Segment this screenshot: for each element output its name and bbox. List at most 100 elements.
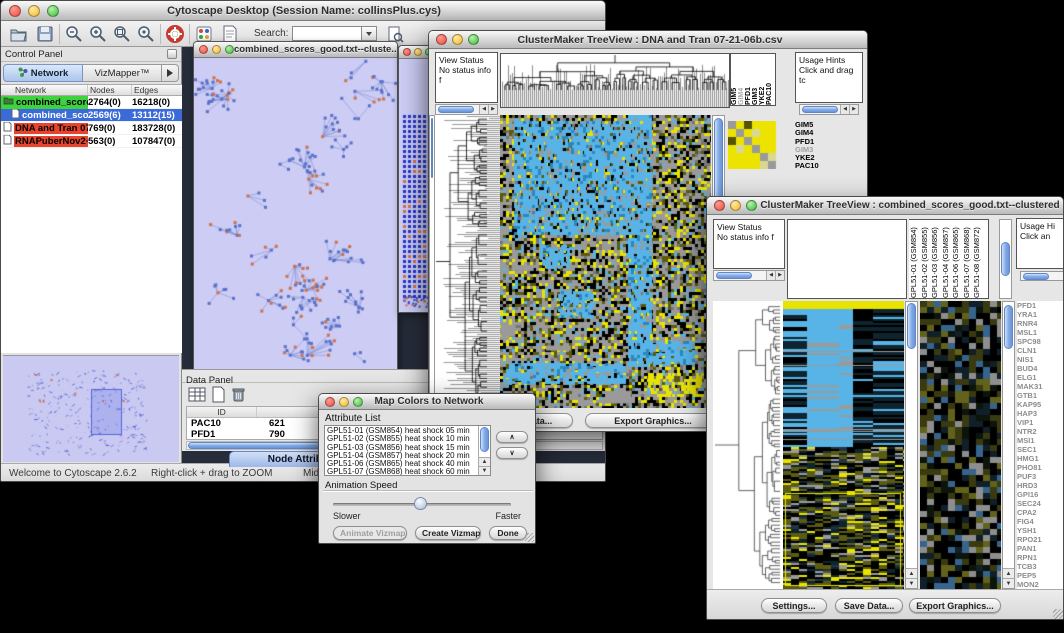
tv1-status-scrollbar[interactable]: ◀ ▶ xyxy=(435,104,498,115)
gene-label[interactable]: MAK31 xyxy=(1017,382,1063,391)
gene-label[interactable]: BUD4 xyxy=(1017,364,1063,373)
minimize-button[interactable] xyxy=(730,200,741,211)
scroll-left-icon[interactable]: ◀ xyxy=(840,105,849,114)
network-canvas[interactable] xyxy=(194,58,397,373)
column-label[interactable]: GPL51-07 (GSM868) xyxy=(962,220,973,298)
attribute-table-icon[interactable] xyxy=(188,386,206,408)
column-label[interactable]: GPL51-04 (GSM857) xyxy=(941,220,952,298)
zoom-fit-icon[interactable] xyxy=(112,24,132,44)
gene-label[interactable]: CPA2 xyxy=(1017,508,1063,517)
network-window-titlebar[interactable]: combined_scores_good.txt--cluste... xyxy=(194,42,397,58)
gene-label[interactable]: PEP5 xyxy=(1017,571,1063,580)
tv2-header-vscrollbar[interactable] xyxy=(999,219,1012,299)
zoom-button[interactable] xyxy=(225,45,234,54)
gene-label[interactable]: PHO81 xyxy=(1017,463,1063,472)
column-label[interactable]: YKE2 xyxy=(759,54,766,105)
scroll-up-icon[interactable]: ▲ xyxy=(1003,568,1014,578)
column-label[interactable]: GPL51-02 (GSM855) xyxy=(920,220,931,298)
done-button[interactable]: Done xyxy=(489,526,527,540)
network-row[interactable]: RNAPuberNov2+ 563(0) 107847(0) xyxy=(1,135,182,148)
tab-overflow-arrow[interactable] xyxy=(162,64,179,82)
close-button[interactable] xyxy=(436,34,447,45)
zoom-button[interactable] xyxy=(746,200,757,211)
resize-grip[interactable] xyxy=(525,533,534,542)
gene-label[interactable]: RNR4 xyxy=(1017,319,1063,328)
gene-label[interactable]: PFD1 xyxy=(1017,301,1063,310)
column-label[interactable]: GIM4 xyxy=(738,54,745,105)
resize-grip[interactable] xyxy=(1053,609,1064,620)
gene-label[interactable]: RPN1 xyxy=(1017,553,1063,562)
close-button[interactable] xyxy=(9,5,21,17)
column-label[interactable]: PFD1 xyxy=(745,54,752,105)
attribute-item[interactable]: GPL51-07 (GSM868) heat shock 60 min xyxy=(327,468,488,476)
tv2-row-dendrogram[interactable] xyxy=(713,301,783,589)
scroll-right-icon[interactable]: ▶ xyxy=(488,105,497,114)
save-data-button[interactable]: Save Data... xyxy=(835,598,903,613)
tv2-heatmap-vscrollbar[interactable]: ▲ ▼ xyxy=(905,301,918,589)
gene-label[interactable]: HMG1 xyxy=(1017,454,1063,463)
gene-label[interactable]: NTR2 xyxy=(1017,427,1063,436)
gene-label[interactable]: PAC10 xyxy=(795,162,845,170)
scroll-down-icon[interactable]: ▼ xyxy=(906,578,917,588)
tab-vizmapper[interactable]: VizMapper™ xyxy=(83,64,162,82)
zoom-button[interactable] xyxy=(468,34,479,45)
search-dropdown[interactable] xyxy=(362,26,377,41)
minimize-button[interactable] xyxy=(28,5,40,17)
scroll-down-icon[interactable]: ▼ xyxy=(1003,578,1014,588)
search-input[interactable] xyxy=(292,26,362,41)
minimize-button[interactable] xyxy=(452,34,463,45)
col-header-id[interactable]: ID xyxy=(187,407,257,417)
main-titlebar[interactable]: Cytoscape Desktop (Session Name: collins… xyxy=(1,1,605,21)
tv1-usage-scrollbar[interactable]: ◀ ▶ xyxy=(799,104,859,115)
move-up-button[interactable]: ∧ xyxy=(496,431,528,443)
zoom-out-icon[interactable] xyxy=(64,24,84,44)
column-label[interactable]: GPL51-03 (GSM856) xyxy=(930,220,941,298)
zoom-button[interactable] xyxy=(353,397,363,407)
scroll-left-icon[interactable]: ◀ xyxy=(766,271,775,280)
network-row-selected[interactable]: combined_sco 2569(6) 13112(15) xyxy=(1,109,182,122)
column-label[interactable]: GIM3 xyxy=(752,54,759,105)
zoom-button[interactable] xyxy=(47,5,59,17)
gene-label[interactable]: TCB3 xyxy=(1017,562,1063,571)
dialog-titlebar[interactable]: Map Colors to Network xyxy=(319,394,535,410)
gene-label[interactable]: MSI1 xyxy=(1017,436,1063,445)
gene-label[interactable]: CLN1 xyxy=(1017,346,1063,355)
gene-label[interactable]: FIG4 xyxy=(1017,517,1063,526)
tv1-zoom-matrix[interactable] xyxy=(728,121,778,169)
gene-label[interactable]: RPO21 xyxy=(1017,535,1063,544)
column-label[interactable]: GPL51-06 (GSM865) xyxy=(951,220,962,298)
tv1-row-dendrogram[interactable] xyxy=(435,115,500,408)
save-session-icon[interactable] xyxy=(35,24,55,44)
new-attribute-icon[interactable] xyxy=(211,386,226,408)
gene-label[interactable]: PAN1 xyxy=(1017,544,1063,553)
gene-label[interactable]: HRD3 xyxy=(1017,481,1063,490)
move-down-button[interactable]: ∨ xyxy=(496,447,528,459)
gene-label[interactable]: KAP95 xyxy=(1017,400,1063,409)
settings-button[interactable]: Settings... xyxy=(761,598,827,613)
animation-slider-thumb[interactable] xyxy=(414,497,427,510)
network-row[interactable]: DNA and Tran 07 769(0) 183728(0) xyxy=(1,122,182,135)
close-button[interactable] xyxy=(714,200,725,211)
minimize-button[interactable] xyxy=(414,48,422,56)
scroll-up-icon[interactable]: ▲ xyxy=(906,568,917,578)
tv2-usage-scrollbar[interactable] xyxy=(1020,271,1064,281)
listbox-scrollbar[interactable]: ▲ ▼ xyxy=(478,426,490,475)
tv2-column-dendrogram[interactable] xyxy=(787,219,907,299)
column-label[interactable]: PAC10 xyxy=(766,54,773,105)
export-graphics-button[interactable]: Export Graphics... xyxy=(909,598,1001,613)
network-overview-canvas[interactable] xyxy=(3,355,179,462)
column-label[interactable]: GIM5 xyxy=(731,54,738,105)
help-ring-icon[interactable] xyxy=(165,24,185,44)
zoom-in-icon[interactable] xyxy=(88,24,108,44)
gene-label[interactable]: ELG1 xyxy=(1017,373,1063,382)
gene-label[interactable]: MSL1 xyxy=(1017,328,1063,337)
gene-label[interactable]: VIP1 xyxy=(1017,418,1063,427)
gene-label[interactable]: YRA1 xyxy=(1017,310,1063,319)
close-button[interactable] xyxy=(199,45,208,54)
column-label[interactable]: GPL51-08 (GSM872) xyxy=(972,220,983,298)
tv1-heatmap[interactable] xyxy=(500,115,711,408)
scroll-left-icon[interactable]: ◀ xyxy=(479,105,488,114)
tv2-zoom-heatmap[interactable] xyxy=(920,301,1001,589)
gene-label[interactable]: GPI16 xyxy=(1017,490,1063,499)
scroll-up-icon[interactable]: ▲ xyxy=(479,457,490,466)
